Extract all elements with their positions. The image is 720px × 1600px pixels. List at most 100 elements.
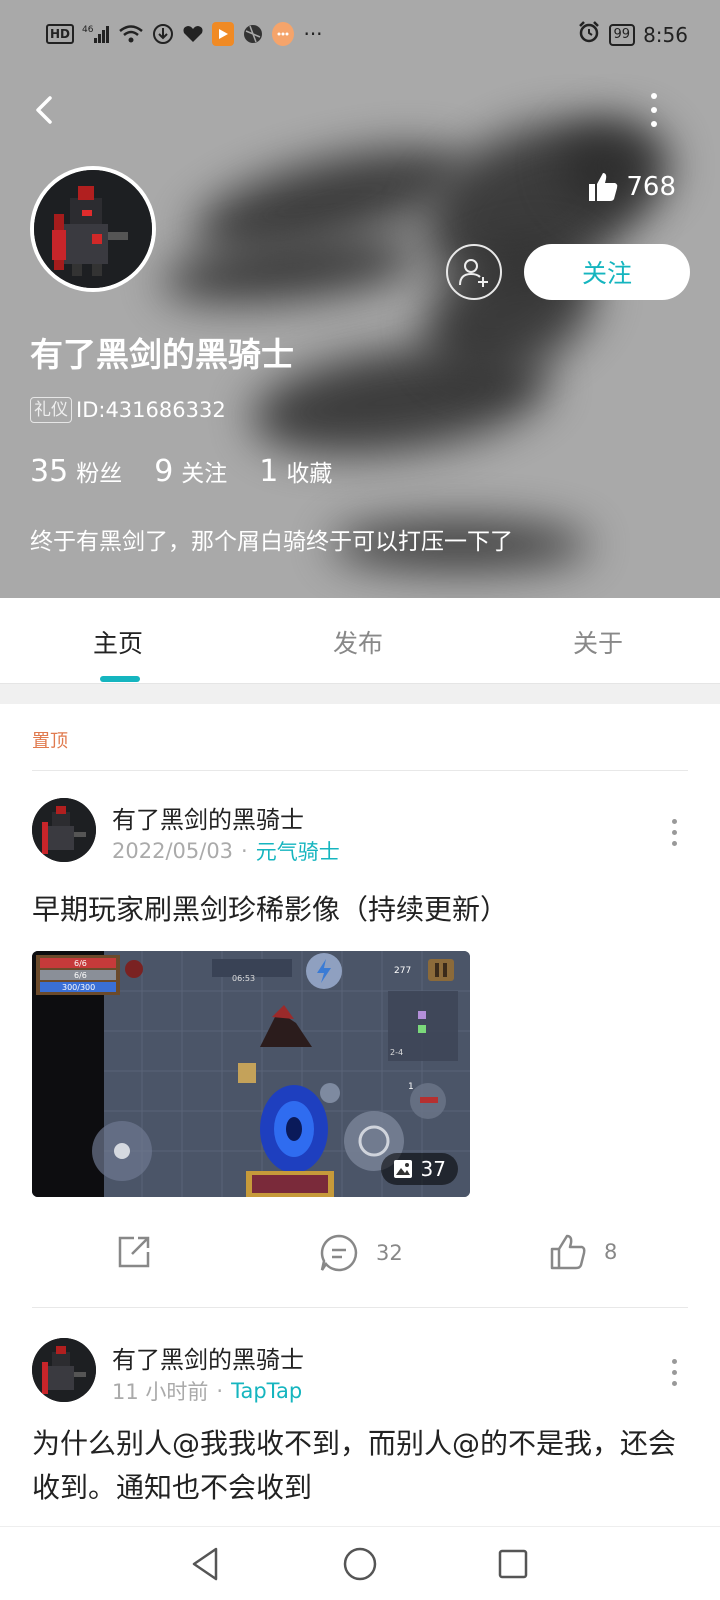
post-image[interactable]: 6/6 6/6 300/300 06:53 277 2-4 1 37 <box>32 951 470 1197</box>
pinned-label: 置顶 <box>32 731 68 752</box>
follow-button[interactable]: 关注 <box>524 244 690 300</box>
divider <box>32 1307 688 1308</box>
game-energy-label: 300/300 <box>62 983 95 992</box>
more-options-button[interactable] <box>640 88 668 132</box>
dot <box>671 1380 677 1386</box>
game-armor-label: 6/6 <box>74 971 87 980</box>
game-level-label: 2-4 <box>390 1048 403 1057</box>
stat-following[interactable]: 9 关注 <box>154 454 227 489</box>
stat-label: 关注 <box>181 461 228 487</box>
meta-separator: · <box>241 839 248 863</box>
dot <box>671 840 677 846</box>
etiquette-badge[interactable]: 礼仪 <box>30 397 72 423</box>
profile-avatar[interactable] <box>30 166 156 292</box>
stat-value: 9 <box>154 454 174 489</box>
stat-label: 粉丝 <box>76 461 123 487</box>
chevron-left-icon <box>36 96 52 124</box>
post-more-button[interactable] <box>662 812 686 852</box>
meta-separator: · <box>216 1379 224 1403</box>
status-icons-right: 99 8:56 <box>577 20 688 49</box>
status-bar: HD 46 ··· 99 8:56 <box>0 0 720 70</box>
active-tab-indicator <box>100 676 140 682</box>
image-count: 37 <box>420 1157 446 1181</box>
post-meta: 11 小时前 · TapTap <box>112 1376 302 1406</box>
like-count: 8 <box>604 1240 618 1264</box>
game-skill-level: 1 <box>408 1082 414 1092</box>
profile-tabs: 主页 发布 关于 <box>0 598 720 684</box>
hd-icon: HD <box>46 24 75 44</box>
section-separator <box>0 684 720 704</box>
dot <box>651 121 657 127</box>
signal-label: 46 <box>82 25 94 35</box>
like-button[interactable]: 8 <box>548 1232 617 1272</box>
tab-posts[interactable]: 发布 <box>333 624 383 660</box>
post-title[interactable]: 早期玩家刷黑剑珍稀影像（持续更新） <box>32 888 508 928</box>
post-date: 11 小时前 <box>112 1380 209 1404</box>
image-count-badge: 37 <box>380 1153 458 1185</box>
alarm-icon <box>577 20 601 49</box>
post-meta: 2022/05/03 · 元气骑士 <box>112 836 340 866</box>
dot <box>671 829 677 835</box>
heart-pulse-icon <box>182 22 204 46</box>
post-source[interactable]: 元气骑士 <box>256 836 340 866</box>
profile-username: 有了黑剑的黑骑士 <box>30 335 294 374</box>
profile-stats: 35 粉丝 9 关注 1 收藏 <box>30 454 332 489</box>
triangle-back-icon <box>192 1547 218 1581</box>
knight-avatar-art <box>34 170 152 288</box>
nav-home-button[interactable] <box>339 1543 381 1585</box>
tab-home[interactable]: 主页 <box>93 624 143 660</box>
knight-avatar-art <box>32 1338 96 1402</box>
back-button[interactable] <box>26 88 66 132</box>
game-timer-label: 06:53 <box>232 974 255 983</box>
stat-followers[interactable]: 35 粉丝 <box>30 454 122 489</box>
download-icon <box>152 22 174 46</box>
dot <box>651 93 657 99</box>
post-text[interactable]: 为什么别人@我我收不到，而别人@的不是我，还会收到。通知也不会收到 <box>32 1422 692 1510</box>
game-hp-label: 6/6 <box>74 959 87 968</box>
post-more-button[interactable] <box>662 1352 686 1392</box>
tab-about[interactable]: 关于 <box>573 624 623 660</box>
likes-count: 768 <box>626 172 676 202</box>
more-notifications-icon: ··· <box>303 22 323 46</box>
share-icon <box>118 1236 150 1268</box>
post-source[interactable]: TapTap <box>231 1379 302 1403</box>
image-gallery-icon <box>393 1160 412 1178</box>
profile-id-row: 礼仪 ID:431686332 <box>30 397 226 423</box>
stat-favorites[interactable]: 1 收藏 <box>259 454 332 489</box>
wifi-icon <box>118 22 144 46</box>
ball-app-icon <box>242 22 264 46</box>
share-button[interactable] <box>114 1232 154 1272</box>
thumbs-up-icon <box>589 173 618 201</box>
profile-bio: 终于有黑剑了，那个屑白骑终于可以打压一下了 <box>30 529 513 555</box>
stat-value: 1 <box>259 454 279 489</box>
stat-value: 35 <box>30 454 69 489</box>
circle-home-icon <box>343 1547 377 1581</box>
dot <box>651 107 657 113</box>
add-friend-button[interactable] <box>446 244 502 300</box>
profile-header: HD 46 ··· 99 8:56 768 关注 有了黑剑的黑骑士 礼仪 ID:… <box>0 0 720 598</box>
play-app-icon <box>212 22 235 46</box>
clock: 8:56 <box>643 22 688 47</box>
post-author-name[interactable]: 有了黑剑的黑骑士 <box>112 800 304 835</box>
comment-button[interactable]: 32 <box>318 1232 403 1274</box>
chat-app-icon <box>272 22 295 46</box>
knight-avatar-art <box>32 798 96 862</box>
comment-icon <box>320 1234 358 1272</box>
signal-icon: 46 <box>82 22 110 46</box>
dot <box>671 1358 677 1364</box>
dot <box>671 818 677 824</box>
system-navigation-bar <box>0 1526 720 1600</box>
add-user-icon <box>459 259 488 287</box>
post-author-avatar[interactable] <box>32 1338 96 1402</box>
post-author-name[interactable]: 有了黑剑的黑骑士 <box>112 1340 304 1375</box>
post-date: 2022/05/03 <box>112 839 234 863</box>
nav-recents-button[interactable] <box>492 1543 534 1585</box>
nav-back-button[interactable] <box>186 1543 228 1585</box>
post-author-avatar[interactable] <box>32 798 96 862</box>
thumbs-up-icon <box>550 1234 586 1270</box>
stat-label: 收藏 <box>286 461 333 487</box>
square-recents-icon <box>498 1549 528 1579</box>
game-coins-label: 277 <box>394 966 411 976</box>
profile-likes: 768 <box>586 170 676 204</box>
battery-indicator: 99 <box>608 23 636 46</box>
